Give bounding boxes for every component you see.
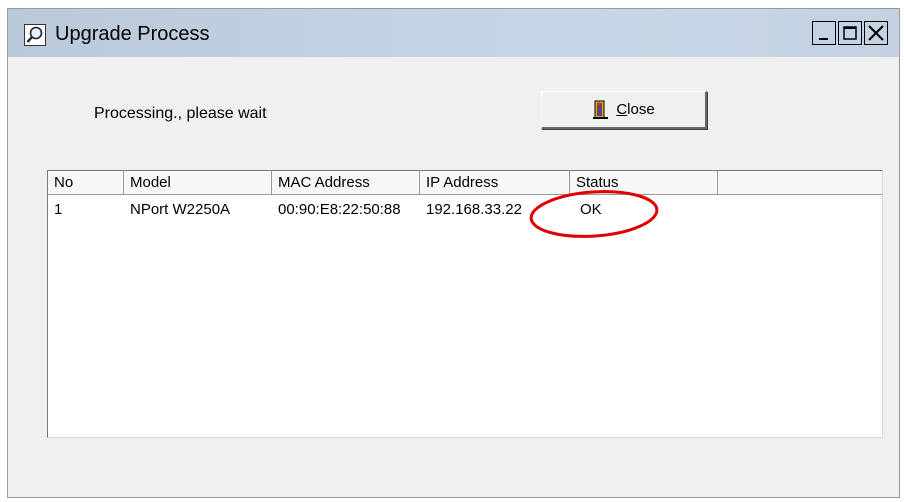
cell-ip: 192.168.33.22 <box>426 201 522 218</box>
maximize-icon <box>843 26 857 40</box>
cell-status: OK <box>580 201 602 218</box>
title-bar: Upgrade Process <box>8 9 899 57</box>
close-window-button[interactable] <box>864 21 888 45</box>
list-header: No Model MAC Address IP Address Status <box>48 171 882 195</box>
device-list[interactable]: No Model MAC Address IP Address Status 1… <box>47 170 883 438</box>
close-button-label: Close <box>616 101 655 118</box>
magnifier-icon <box>24 24 46 46</box>
window-title: Upgrade Process <box>55 23 210 45</box>
column-header-status[interactable]: Status <box>570 171 718 194</box>
close-icon <box>868 25 884 41</box>
minimize-button[interactable] <box>812 21 836 45</box>
cell-model: NPort W2250A <box>130 201 231 218</box>
minimize-icon <box>819 38 828 40</box>
maximize-button[interactable] <box>838 21 862 45</box>
door-exit-icon <box>593 100 609 119</box>
column-header-no[interactable]: No <box>48 171 124 194</box>
cell-no: 1 <box>54 201 63 218</box>
column-header-ip[interactable]: IP Address <box>420 171 570 194</box>
column-header-model[interactable]: Model <box>124 171 272 194</box>
column-header-mac[interactable]: MAC Address <box>272 171 420 194</box>
upgrade-process-window: Upgrade Process Processing., please wait… <box>7 8 900 498</box>
column-header-empty[interactable] <box>718 171 882 194</box>
status-message: Processing., please wait <box>94 105 267 122</box>
close-button[interactable]: Close <box>541 91 707 129</box>
cell-mac: 00:90:E8:22:50:88 <box>278 201 401 218</box>
